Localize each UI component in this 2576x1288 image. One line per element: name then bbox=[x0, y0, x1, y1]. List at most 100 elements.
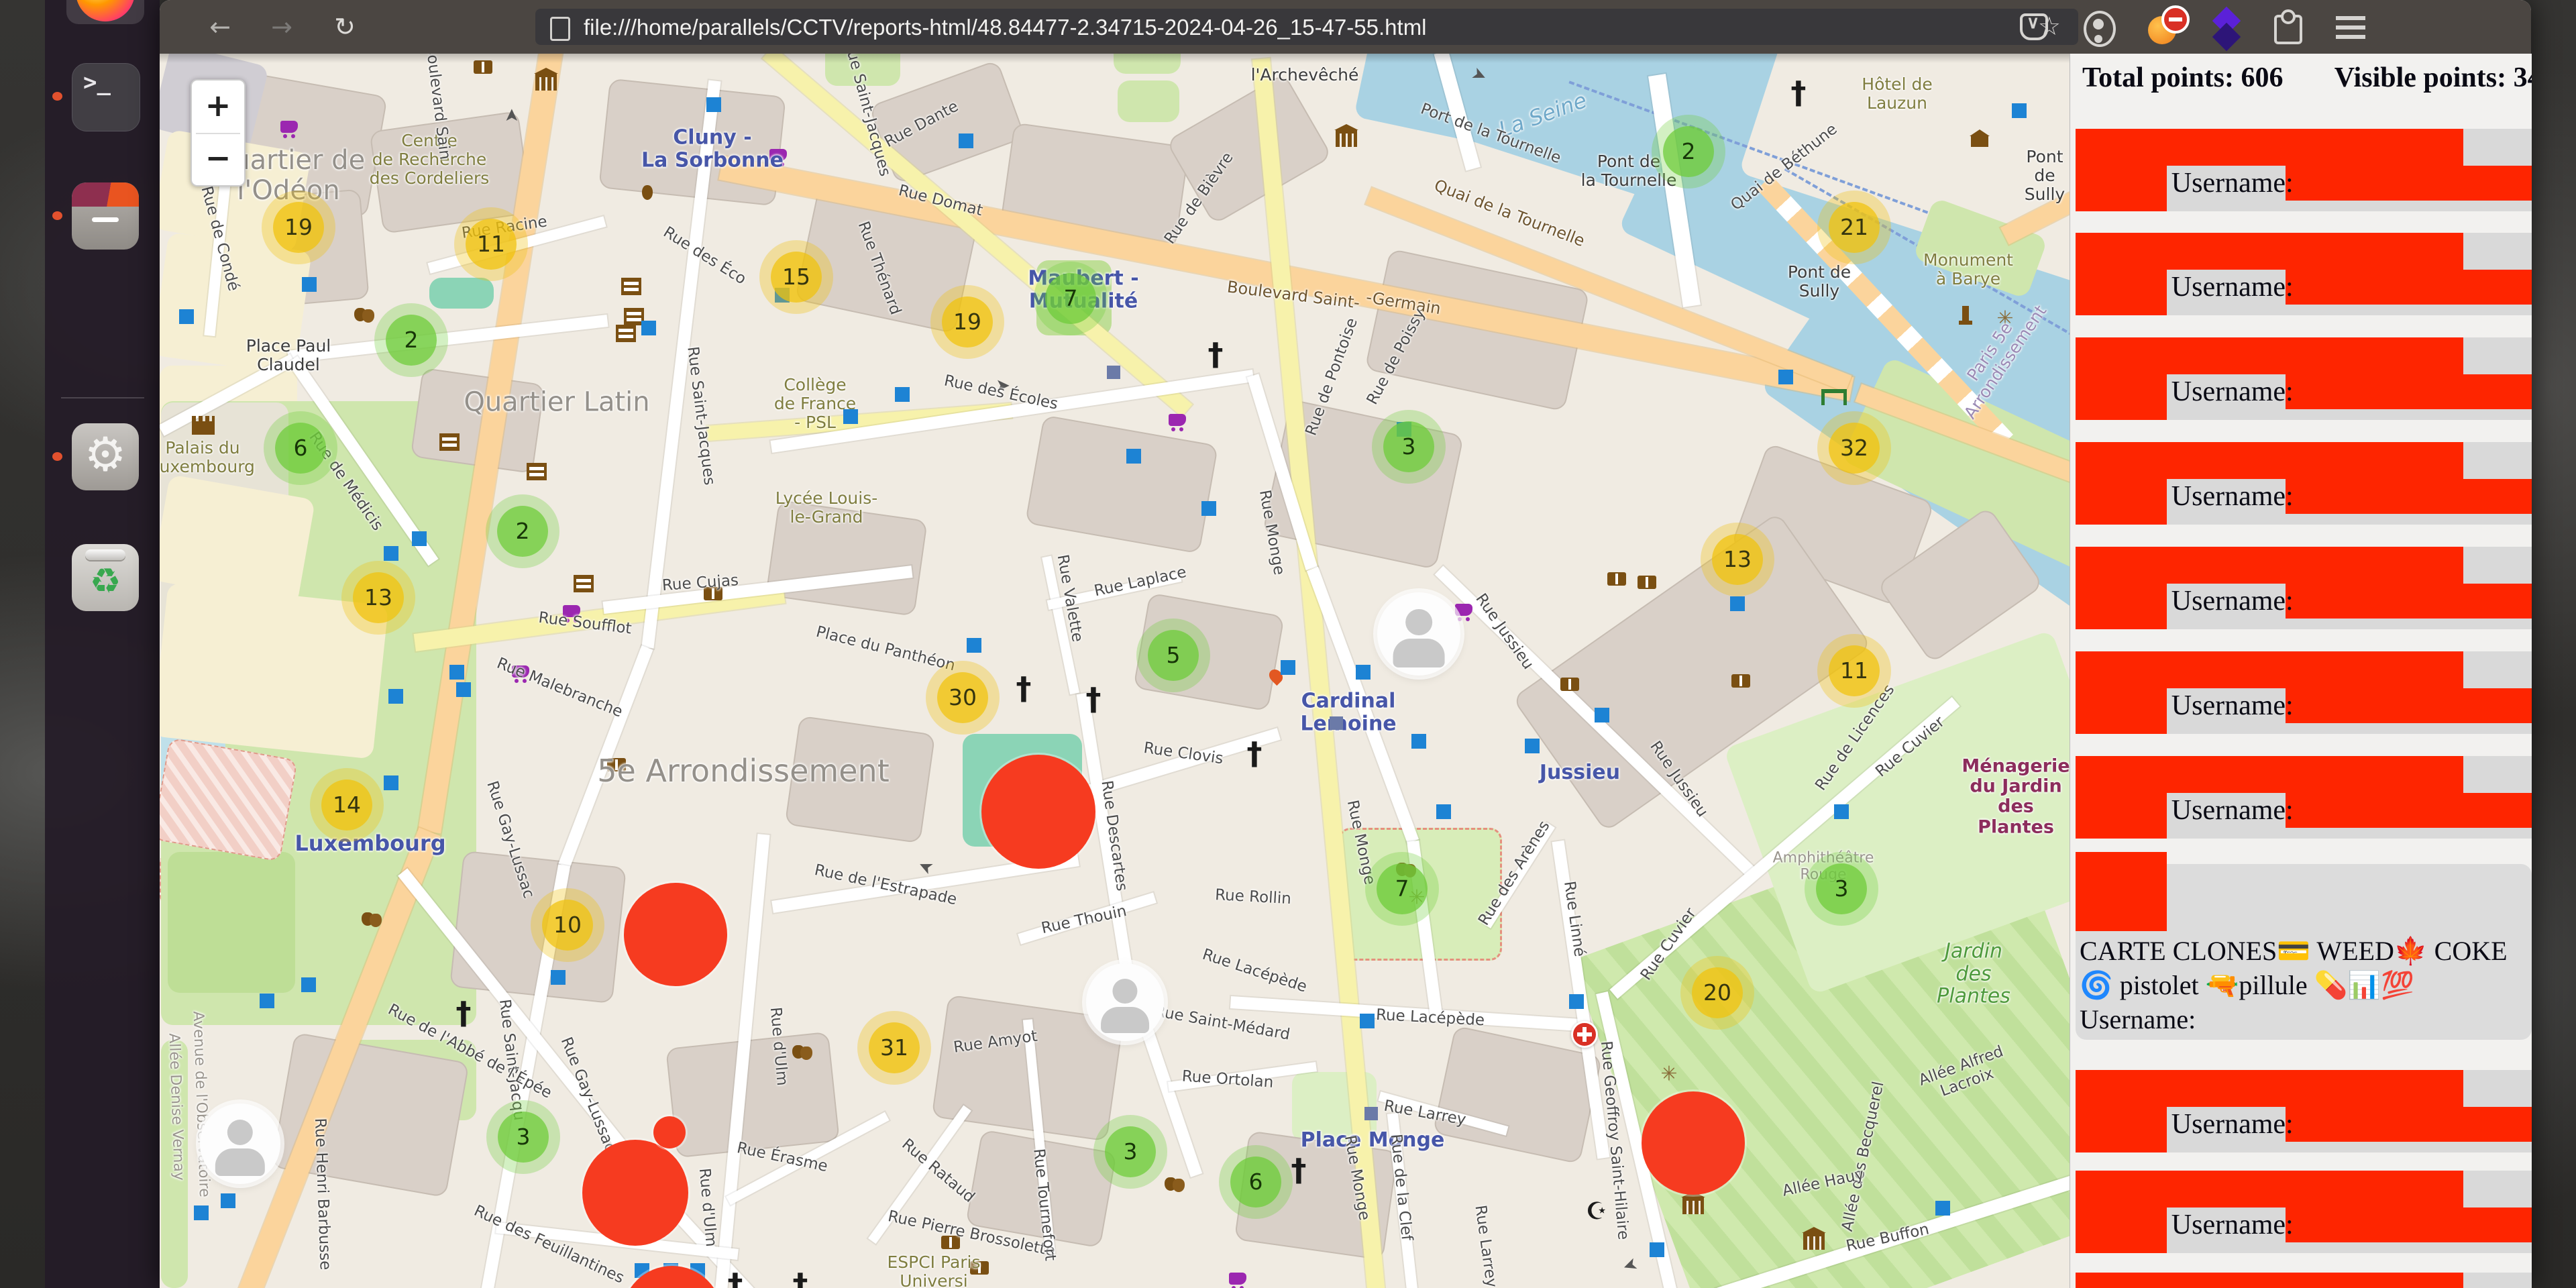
cctv-point-marker[interactable] bbox=[1569, 994, 1584, 1009]
cluster-marker[interactable]: 6 bbox=[275, 423, 326, 474]
adblock-ext-icon[interactable] bbox=[2147, 9, 2182, 44]
text-editor-icon[interactable] bbox=[72, 299, 139, 366]
extensions-puzzle-icon[interactable] bbox=[2270, 9, 2305, 44]
cctv-point-marker[interactable] bbox=[1525, 739, 1540, 753]
cctv-point-marker[interactable] bbox=[301, 977, 316, 992]
cluster-marker[interactable]: 11 bbox=[1829, 645, 1880, 696]
report-row[interactable]: Username: bbox=[2076, 756, 2532, 839]
report-point-marker[interactable] bbox=[624, 883, 727, 986]
cluster-marker[interactable]: 15 bbox=[771, 252, 822, 303]
dock-item-settings[interactable] bbox=[66, 423, 144, 490]
menu-icon[interactable] bbox=[2333, 9, 2368, 44]
cctv-point-marker[interactable] bbox=[384, 775, 398, 790]
cluster-marker[interactable]: 2 bbox=[386, 315, 437, 366]
cluster-marker[interactable]: 31 bbox=[869, 1022, 920, 1073]
cctv-point-marker[interactable] bbox=[1201, 501, 1216, 516]
report-sidebar[interactable]: Total points: 606 Visible points: 348 Us… bbox=[2070, 54, 2532, 1288]
cctv-point-marker[interactable] bbox=[1935, 1201, 1950, 1216]
cctv-point-marker[interactable] bbox=[1281, 660, 1295, 675]
cluster-marker[interactable]: 14 bbox=[321, 780, 372, 830]
cluster-marker[interactable]: 19 bbox=[273, 202, 324, 253]
avatar-marker[interactable] bbox=[200, 1104, 280, 1184]
cluster-marker[interactable]: 7 bbox=[1377, 863, 1428, 914]
trash-icon[interactable] bbox=[72, 544, 139, 611]
cctv-point-marker[interactable] bbox=[551, 970, 566, 985]
cluster-marker[interactable]: 32 bbox=[1829, 423, 1880, 474]
report-point-marker[interactable] bbox=[1642, 1091, 1745, 1195]
account-icon[interactable] bbox=[2081, 9, 2116, 44]
dock-item-files[interactable] bbox=[66, 182, 144, 250]
terminal-icon[interactable] bbox=[72, 63, 140, 131]
report-row[interactable]: Username: bbox=[2076, 1273, 2532, 1288]
cctv-point-marker-alt[interactable] bbox=[1364, 1107, 1378, 1120]
cctv-point-marker[interactable] bbox=[449, 665, 464, 680]
report-row[interactable]: Username: bbox=[2076, 547, 2532, 629]
cluster-marker[interactable]: 7 bbox=[1045, 273, 1096, 324]
cluster-marker[interactable]: 3 bbox=[1105, 1126, 1156, 1177]
cctv-point-marker[interactable] bbox=[1356, 665, 1371, 680]
cctv-point-marker[interactable] bbox=[895, 387, 910, 402]
cluster-marker[interactable]: 21 bbox=[1829, 202, 1880, 253]
avatar-marker[interactable] bbox=[1377, 592, 1460, 676]
cctv-point-marker[interactable] bbox=[2012, 103, 2027, 118]
avatar-marker[interactable] bbox=[1086, 963, 1164, 1041]
dock-item-text-editor[interactable] bbox=[66, 299, 144, 366]
cluster-marker[interactable]: 13 bbox=[353, 572, 404, 623]
cctv-point-marker[interactable] bbox=[1778, 370, 1793, 384]
back-button[interactable]: ← bbox=[203, 9, 237, 44]
cctv-point-marker[interactable] bbox=[412, 531, 427, 546]
report-point-marker[interactable] bbox=[981, 755, 1095, 869]
report-row[interactable]: Username: bbox=[2076, 337, 2532, 420]
url-bar[interactable]: file:///home/parallels/CCTV/reports-html… bbox=[535, 9, 2078, 45]
cluster-marker[interactable]: 5 bbox=[1148, 630, 1199, 681]
settings-icon[interactable] bbox=[72, 423, 139, 490]
cctv-point-marker[interactable] bbox=[221, 1193, 235, 1208]
forward-button[interactable]: → bbox=[264, 9, 299, 44]
cctv-point-marker[interactable] bbox=[706, 97, 721, 112]
cctv-point-marker[interactable] bbox=[1730, 596, 1745, 611]
cluster-marker[interactable]: 19 bbox=[942, 297, 993, 347]
report-row[interactable]: Username: bbox=[2076, 651, 2532, 734]
cctv-point-marker[interactable] bbox=[384, 546, 398, 561]
files-icon[interactable] bbox=[72, 182, 139, 250]
cctv-point-marker[interactable] bbox=[260, 994, 274, 1008]
cctv-point-marker[interactable] bbox=[1436, 804, 1451, 819]
report-point-marker[interactable] bbox=[653, 1116, 686, 1148]
cluster-marker[interactable]: 10 bbox=[542, 900, 593, 951]
dock-item-firefox[interactable] bbox=[66, 0, 144, 30]
report-row[interactable]: Username: bbox=[2076, 1171, 2532, 1253]
cctv-point-marker-alt[interactable] bbox=[1330, 716, 1343, 730]
zoom-in-button[interactable]: + bbox=[192, 80, 244, 133]
cluster-marker[interactable]: 20 bbox=[1692, 967, 1743, 1018]
cctv-point-marker[interactable] bbox=[843, 409, 858, 424]
cctv-point-marker[interactable] bbox=[1595, 708, 1609, 722]
cluster-marker[interactable]: 3 bbox=[498, 1112, 549, 1163]
cluster-marker[interactable]: 3 bbox=[1383, 421, 1434, 472]
cluster-marker[interactable]: 30 bbox=[937, 672, 988, 723]
cctv-point-marker[interactable] bbox=[1411, 734, 1426, 749]
cluster-marker[interactable]: 13 bbox=[1712, 534, 1763, 585]
cctv-point-marker-alt[interactable] bbox=[1107, 366, 1120, 379]
cctv-point-marker[interactable] bbox=[959, 133, 973, 148]
cctv-point-marker[interactable] bbox=[1834, 804, 1849, 819]
report-row[interactable]: Username: bbox=[2076, 129, 2532, 211]
cluster-marker[interactable]: 6 bbox=[1230, 1157, 1281, 1208]
cluster-marker[interactable]: 2 bbox=[1663, 126, 1714, 177]
cctv-point-marker[interactable] bbox=[1126, 449, 1141, 464]
cctv-point-marker[interactable] bbox=[194, 1205, 209, 1220]
zoom-out-button[interactable]: − bbox=[192, 133, 244, 185]
dock-item-terminal[interactable] bbox=[66, 63, 144, 130]
cctv-point-marker[interactable] bbox=[1360, 1014, 1375, 1028]
report-point-marker[interactable] bbox=[582, 1140, 688, 1246]
leaflet-map[interactable]: †††††††††☪✳✳✳➤➤➤➤➤ Quartier de l'OdéonQu… bbox=[160, 54, 2070, 1288]
report-row[interactable]: Username: bbox=[2076, 233, 2532, 315]
cctv-point-marker[interactable] bbox=[179, 309, 194, 324]
cluster-marker[interactable]: 11 bbox=[466, 219, 517, 270]
cctv-point-marker[interactable] bbox=[456, 682, 471, 697]
cluster-marker[interactable]: 2 bbox=[497, 506, 548, 557]
pocket-icon[interactable] bbox=[2016, 9, 2051, 44]
report-row[interactable]: Username: bbox=[2076, 1070, 2532, 1152]
report-row-message[interactable]: CARTE CLONES💳 WEED🍁 COKE🌀 pistolet 🔫pill… bbox=[2076, 852, 2532, 1040]
dock-item-trash[interactable] bbox=[66, 544, 144, 611]
url-text[interactable]: file:///home/parallels/CCTV/reports-html… bbox=[584, 15, 1427, 40]
